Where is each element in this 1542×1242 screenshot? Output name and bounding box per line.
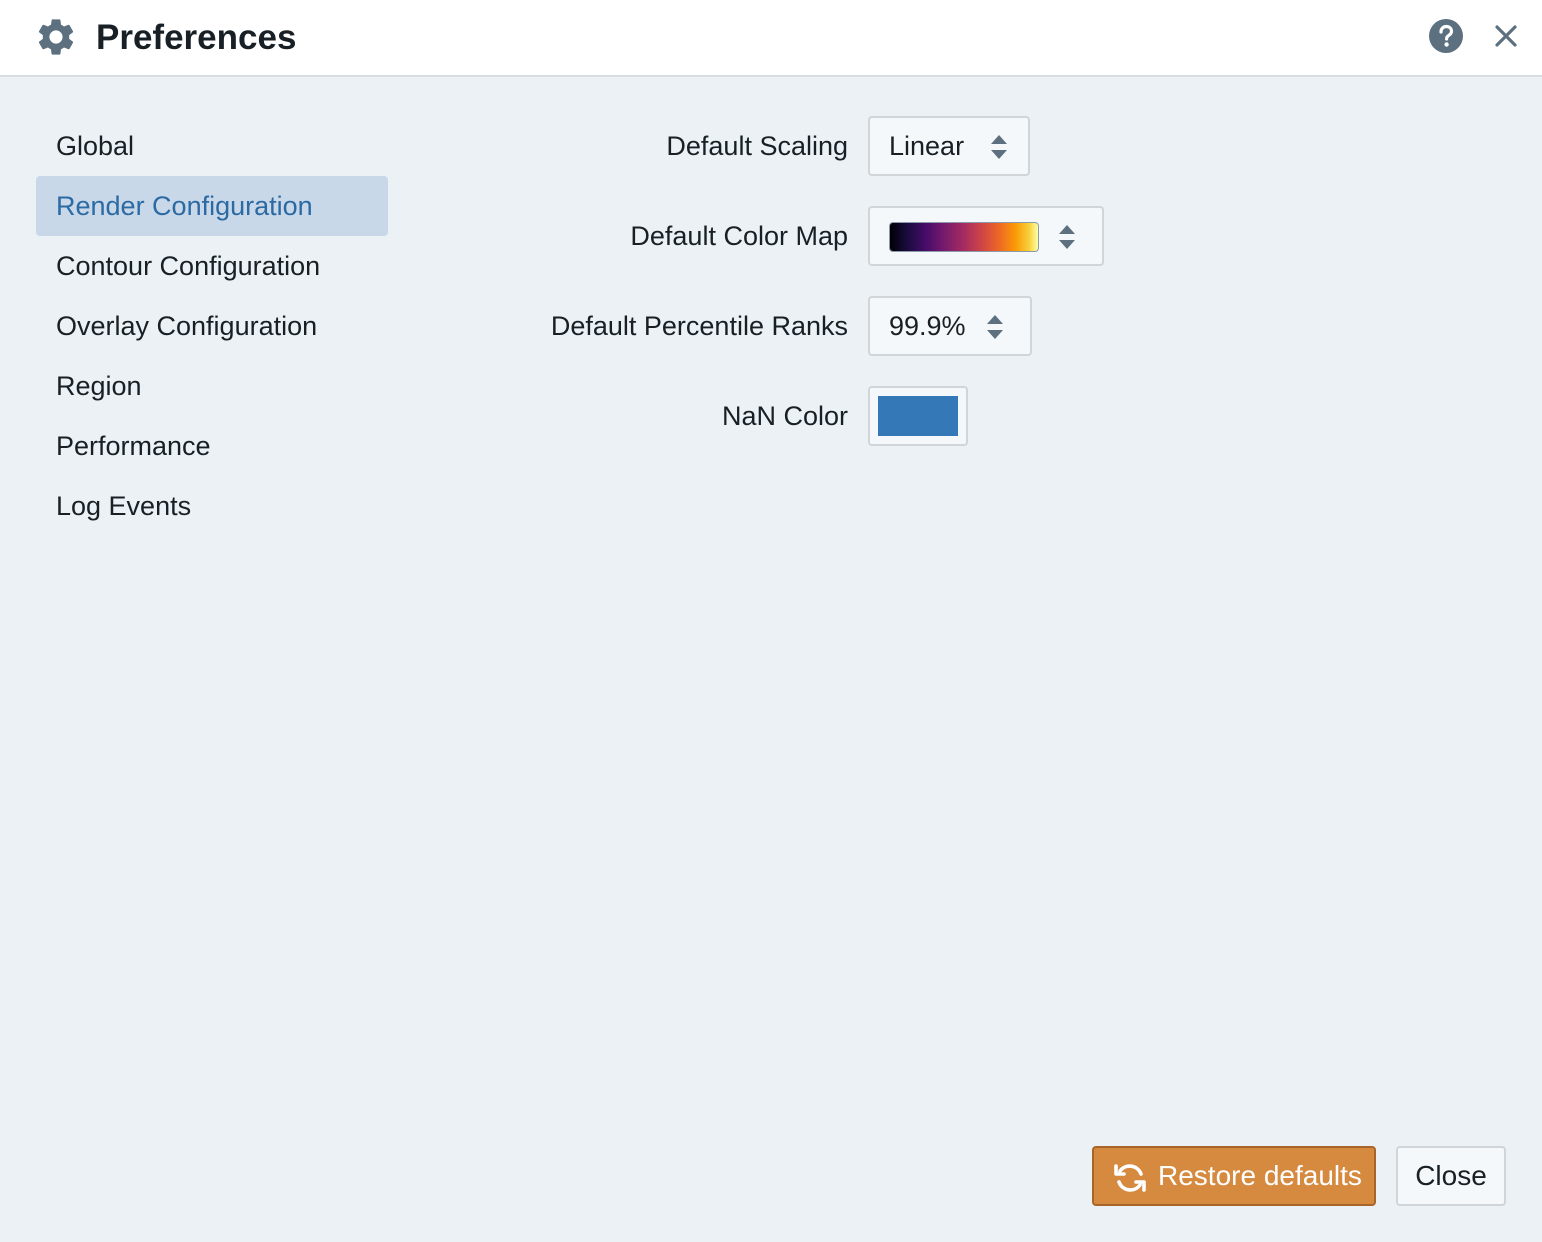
- dialog-title: Preferences: [96, 18, 297, 57]
- nav-item-log-events[interactable]: Log Events: [36, 476, 388, 536]
- nav-item-contour-configuration[interactable]: Contour Configuration: [36, 236, 388, 296]
- question-circle-icon[interactable]: [1428, 18, 1464, 54]
- default-percentile-ranks-select[interactable]: 99.9%: [868, 296, 1032, 356]
- nan-color-label: NaN Color: [721, 401, 848, 431]
- caret-up-down-icon: [987, 315, 1003, 339]
- nav-item-global[interactable]: Global: [36, 116, 388, 176]
- colormap-swatch: [889, 222, 1039, 252]
- default-percentile-ranks-value: 99.9%: [889, 311, 966, 341]
- refresh-icon: [1114, 1164, 1146, 1192]
- nan-color-picker[interactable]: [868, 386, 968, 446]
- default-color-map-label: Default Color Map: [630, 221, 848, 251]
- restore-defaults-button[interactable]: Restore defaults: [1092, 1146, 1376, 1206]
- default-scaling-label: Default Scaling: [666, 131, 848, 161]
- default-scaling-value: Linear: [889, 131, 965, 161]
- nan-color-swatch: [878, 396, 958, 436]
- gear-icon: [38, 19, 74, 55]
- default-color-map-select[interactable]: [868, 206, 1104, 266]
- dialog-header: Preferences: [0, 0, 1542, 77]
- caret-up-down-icon: [991, 135, 1007, 159]
- caret-up-down-icon: [1059, 225, 1075, 249]
- default-percentile-ranks-label: Default Percentile Ranks: [550, 311, 848, 341]
- nav-item-render-configuration[interactable]: Render Configuration: [36, 176, 388, 236]
- close-icon[interactable]: [1490, 20, 1522, 52]
- default-scaling-select[interactable]: Linear: [868, 116, 1030, 176]
- nav-item-overlay-configuration[interactable]: Overlay Configuration: [36, 296, 388, 356]
- preferences-nav: Global Render Configuration Contour Conf…: [36, 116, 388, 536]
- restore-defaults-label: Restore defaults: [1158, 1160, 1362, 1191]
- nav-item-performance[interactable]: Performance: [36, 416, 388, 476]
- close-button[interactable]: Close: [1396, 1146, 1506, 1206]
- nav-item-region[interactable]: Region: [36, 356, 388, 416]
